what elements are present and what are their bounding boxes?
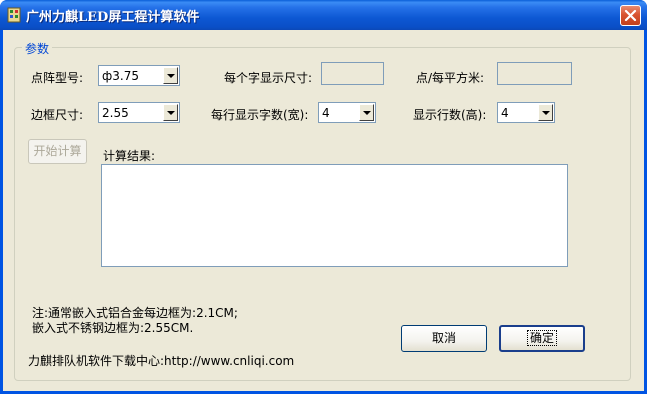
window-title: 广州力麒LED屏工程计算软件	[26, 10, 200, 25]
chevron-down-icon[interactable]	[359, 104, 374, 121]
char-size-label: 每个字显示尺寸:	[224, 71, 313, 85]
chars-per-row-label: 每行显示字数(宽):	[211, 108, 309, 122]
rows-select[interactable]: 4	[497, 102, 555, 123]
download-center-text: 力麒排队机软件下载中心:http://www.cnliqi.com	[28, 354, 295, 368]
close-button[interactable]	[620, 5, 641, 26]
ok-button[interactable]: 确定	[499, 325, 585, 352]
cancel-button[interactable]: 取消	[401, 325, 487, 352]
note-line-2: 嵌入式不锈钢边框为:2.55CM.	[32, 321, 194, 335]
pitch-select-value: ф3.75	[102, 69, 139, 83]
border-select-value: 2.55	[102, 106, 129, 120]
ok-button-label: 确定	[526, 330, 558, 346]
border-label: 边框尺寸:	[31, 108, 84, 122]
title-bar[interactable]: 广州力麒LED屏工程计算软件	[0, 0, 647, 30]
chevron-down-icon[interactable]	[163, 67, 178, 84]
app-window: 广州力麒LED屏工程计算软件 参数 点阵型号: ф3.75 每个字显示尺寸: 点…	[0, 0, 647, 394]
pitch-select[interactable]: ф3.75	[98, 65, 180, 86]
rows-label: 显示行数(高):	[413, 108, 487, 122]
app-icon	[7, 7, 21, 23]
result-textarea[interactable]	[101, 164, 568, 267]
chevron-down-icon[interactable]	[163, 104, 178, 121]
params-group-label: 参数	[22, 40, 53, 57]
chars-per-row-select[interactable]: 4	[318, 102, 376, 123]
border-select[interactable]: 2.55	[98, 102, 180, 123]
dot-density-label: 点/每平方米:	[416, 71, 485, 85]
pitch-label: 点阵型号:	[31, 71, 84, 85]
rows-select-value: 4	[501, 106, 509, 120]
result-label: 计算结果:	[103, 149, 156, 163]
char-size-field	[321, 62, 384, 85]
close-icon	[624, 9, 637, 22]
dialog-client-area: 参数 点阵型号: ф3.75 每个字显示尺寸: 点/每平方米: 边框尺寸: 2.…	[3, 30, 644, 391]
dot-density-field	[497, 62, 572, 85]
start-calc-button[interactable]: 开始计算	[28, 139, 87, 164]
chevron-down-icon[interactable]	[538, 104, 553, 121]
chars-per-row-value: 4	[322, 106, 330, 120]
